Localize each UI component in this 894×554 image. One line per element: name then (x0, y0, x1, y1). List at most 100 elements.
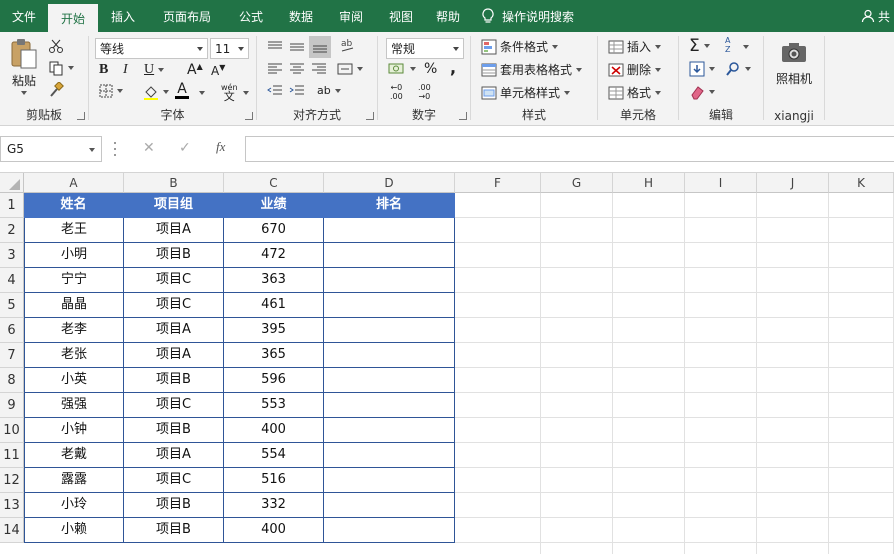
column-header[interactable]: K (829, 173, 894, 193)
delete-dropdown-icon[interactable] (655, 67, 662, 72)
paste-dropdown-icon[interactable] (21, 91, 27, 95)
table-header-cell[interactable]: 姓名 (24, 193, 124, 218)
tell-me-search[interactable]: 操作说明搜索 (470, 0, 574, 32)
table-cell[interactable] (324, 293, 455, 318)
table-cell[interactable]: 400 (224, 418, 324, 443)
autosum-dropdown-icon[interactable] (703, 44, 710, 48)
table-cell[interactable]: 项目A (124, 343, 224, 368)
fill-color-button[interactable] (143, 84, 169, 100)
table-cell[interactable]: 553 (224, 393, 324, 418)
table-cell[interactable]: 670 (224, 218, 324, 243)
column-header[interactable]: D (324, 173, 455, 193)
conditional-formatting-button[interactable]: 条件格式 (481, 38, 559, 55)
fill-color-dropdown-icon[interactable] (163, 90, 169, 94)
accounting-format-button[interactable] (388, 62, 416, 76)
row-header[interactable]: 14 (0, 518, 24, 543)
row-header[interactable]: 10 (0, 418, 24, 443)
font-color-dropdown-icon[interactable] (199, 91, 205, 95)
table-cell[interactable]: 老张 (24, 343, 124, 368)
row-header[interactable]: 1 (0, 193, 24, 218)
menu-tab[interactable]: 开始 (48, 4, 98, 32)
table-cell[interactable]: 461 (224, 293, 324, 318)
bold-button[interactable]: B (99, 62, 108, 78)
clear-button[interactable] (689, 84, 715, 100)
fill-dropdown-icon[interactable] (709, 67, 715, 71)
table-cell[interactable]: 项目A (124, 318, 224, 343)
insert-dropdown-icon[interactable] (655, 44, 662, 49)
table-cell[interactable] (324, 343, 455, 368)
copy-dropdown-icon[interactable] (68, 66, 74, 70)
table-cell[interactable] (324, 468, 455, 493)
row-header[interactable]: 2 (0, 218, 24, 243)
underline-button[interactable]: U (144, 62, 165, 78)
table-cell[interactable]: 516 (224, 468, 324, 493)
cell-styles-button[interactable]: 单元格样式 (481, 84, 571, 101)
table-header-cell[interactable]: 业绩 (224, 193, 324, 218)
table-cell[interactable]: 395 (224, 318, 324, 343)
column-header[interactable]: A (24, 173, 124, 193)
table-cell[interactable] (324, 518, 455, 543)
decrease-decimal-button[interactable]: .00 →0 (418, 83, 431, 101)
decrease-indent-button[interactable] (267, 84, 283, 98)
percent-button[interactable]: % (424, 61, 437, 77)
name-box[interactable]: G5 (0, 136, 102, 162)
table-cell[interactable] (324, 218, 455, 243)
row-header[interactable]: 5 (0, 293, 24, 318)
column-header[interactable]: B (124, 173, 224, 193)
align-top-button[interactable] (267, 40, 283, 54)
table-cell[interactable]: 365 (224, 343, 324, 368)
table-cell[interactable]: 小钟 (24, 418, 124, 443)
table-cell[interactable] (324, 418, 455, 443)
table-header-cell[interactable]: 项目组 (124, 193, 224, 218)
border-button[interactable] (99, 84, 123, 98)
table-cell[interactable] (324, 268, 455, 293)
font-launcher-icon[interactable] (245, 112, 253, 120)
sort-dropdown-icon[interactable] (743, 45, 749, 49)
cut-button[interactable] (48, 38, 64, 54)
row-header[interactable]: 8 (0, 368, 24, 393)
table-cell[interactable]: 332 (224, 493, 324, 518)
paste-button[interactable]: 粘贴 (6, 38, 42, 95)
increase-indent-button[interactable] (289, 84, 305, 98)
row-header[interactable]: 9 (0, 393, 24, 418)
table-cell[interactable] (324, 368, 455, 393)
table-cell[interactable]: 596 (224, 368, 324, 393)
drag-handle-icon[interactable] (114, 142, 117, 156)
conditional-dropdown-icon[interactable] (552, 44, 559, 49)
table-cell[interactable]: 小赖 (24, 518, 124, 543)
number-format-dropdown[interactable]: 常规 (386, 38, 464, 59)
row-header[interactable]: 4 (0, 268, 24, 293)
table-cell[interactable]: 项目B (124, 368, 224, 393)
table-cell[interactable]: 晶晶 (24, 293, 124, 318)
underline-dropdown-icon[interactable] (158, 68, 165, 72)
border-dropdown-icon[interactable] (117, 89, 123, 93)
align-center-button[interactable] (289, 62, 305, 76)
insert-function-button[interactable]: fx (216, 139, 225, 155)
table-cell[interactable]: 项目C (124, 468, 224, 493)
format-as-table-button[interactable]: 套用表格格式 (481, 61, 583, 78)
alignment-launcher-icon[interactable] (366, 112, 374, 120)
clear-dropdown-icon[interactable] (709, 90, 715, 94)
table-cell[interactable] (324, 318, 455, 343)
italic-button[interactable]: I (123, 62, 128, 78)
table-cell[interactable]: 项目B (124, 493, 224, 518)
copy-button[interactable] (48, 60, 74, 76)
table-header-cell[interactable]: 排名 (324, 193, 455, 218)
insert-cells-button[interactable]: 插入 (608, 38, 662, 55)
table-cell[interactable]: 强强 (24, 393, 124, 418)
table-cell[interactable]: 小英 (24, 368, 124, 393)
column-header[interactable]: C (224, 173, 324, 193)
find-select-button[interactable] (725, 61, 751, 77)
column-header[interactable]: G (541, 173, 613, 193)
wrap-text-button[interactable]: ab (317, 84, 341, 97)
cancel-button[interactable]: ✕ (143, 140, 155, 156)
align-bottom-button[interactable] (309, 36, 331, 58)
table-cell[interactable]: 项目B (124, 418, 224, 443)
grow-font-button[interactable]: A ▲ (187, 62, 203, 79)
table-cell[interactable]: 472 (224, 243, 324, 268)
share-area[interactable]: 共 (861, 0, 894, 32)
row-header[interactable]: 13 (0, 493, 24, 518)
enter-button[interactable]: ✓ (179, 140, 191, 156)
menu-tab[interactable]: 数据 (276, 0, 326, 32)
menu-tab[interactable]: 文件 (0, 0, 48, 32)
